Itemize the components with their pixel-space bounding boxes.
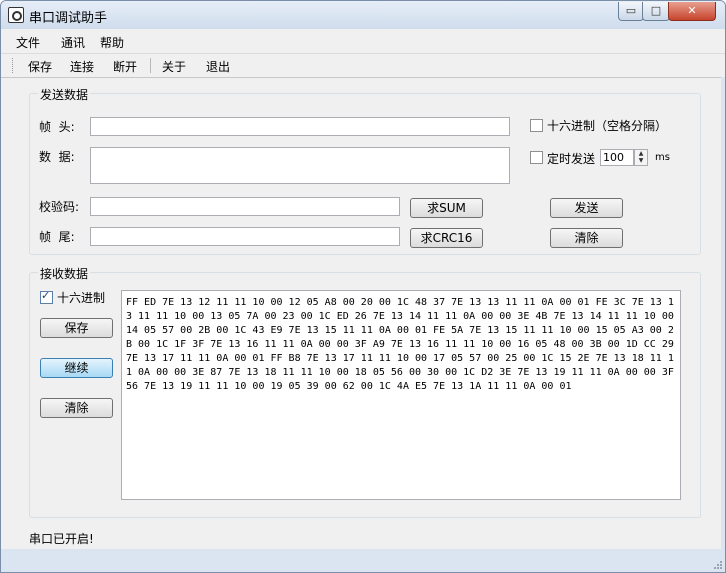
toolbar-separator [150,58,151,73]
crc16-button[interactable]: 求CRC16 [410,228,483,248]
spin-down-icon[interactable]: ▼ [635,157,647,164]
toolbar-connect[interactable]: 连接 [70,58,94,75]
main-window: 串口调试助手 ▭ □ ✕ 文件 通讯 帮助 保存 连接 断开 关于 退出 发送数… [0,0,726,573]
data-label: 数 据: [39,150,75,164]
timer-interval-input[interactable]: 100 [600,149,634,166]
status-text: 串口已开启! [29,532,94,546]
close-button[interactable]: ✕ [668,2,716,21]
frame-head-label: 帧 头: [39,120,75,134]
send-hex-checkbox[interactable] [530,119,543,132]
send-clear-button[interactable]: 清除 [550,228,623,248]
spin-up-icon[interactable]: ▲ [635,150,647,157]
receive-hex-label: 十六进制 [57,291,106,305]
timer-send-checkbox[interactable] [530,151,543,164]
sum-button[interactable]: 求SUM [410,198,483,218]
send-button[interactable]: 发送 [550,198,623,218]
menu-file[interactable]: 文件 [16,34,40,51]
maximize-button[interactable]: □ [642,2,670,21]
frame-tail-input[interactable] [90,227,400,246]
send-group-label: 发送数据 [38,86,91,103]
receive-hex-checkbox[interactable] [40,289,53,304]
client-area: 发送数据 帧 头: 数 据: 十六进制（空格分隔） 定时发送 100 ▲ ▼ m… [1,77,721,549]
title-bar[interactable]: 串口调试助手 ▭ □ ✕ [1,1,725,29]
window-title: 串口调试助手 [29,11,108,26]
menu-help[interactable]: 帮助 [100,34,124,51]
continue-button[interactable]: 继续 [40,358,113,378]
frame-tail-label: 帧 尾: [39,230,75,244]
timer-send-label: 定时发送 [547,152,596,166]
send-hex-label: 十六进制（空格分隔） [547,119,668,133]
toolbar-exit[interactable]: 退出 [206,58,230,75]
toolbar: 保存 连接 断开 关于 退出 [1,54,725,77]
checksum-input[interactable] [90,197,400,216]
timer-spinner[interactable]: ▲ ▼ [634,149,648,166]
menu-bar: 文件 通讯 帮助 [1,29,725,54]
data-input[interactable] [90,147,510,184]
resize-grip-icon[interactable] [713,560,723,570]
toolbar-grip [12,58,15,73]
menu-comm[interactable]: 通讯 [61,34,85,51]
toolbar-disconnect[interactable]: 断开 [113,58,137,75]
receive-group-label: 接收数据 [38,265,91,282]
timer-unit-label: ms [655,152,670,163]
receive-clear-button[interactable]: 清除 [40,398,113,418]
frame-head-input[interactable] [90,117,510,136]
toolbar-save[interactable]: 保存 [28,58,52,75]
checksum-label: 校验码: [39,200,80,214]
receive-save-button[interactable]: 保存 [40,318,113,338]
app-icon [8,7,24,23]
receive-textarea[interactable]: FF ED 7E 13 12 11 11 10 00 12 05 A8 00 2… [121,290,681,500]
toolbar-about[interactable]: 关于 [162,58,186,75]
minimize-button[interactable]: ▭ [618,2,644,21]
